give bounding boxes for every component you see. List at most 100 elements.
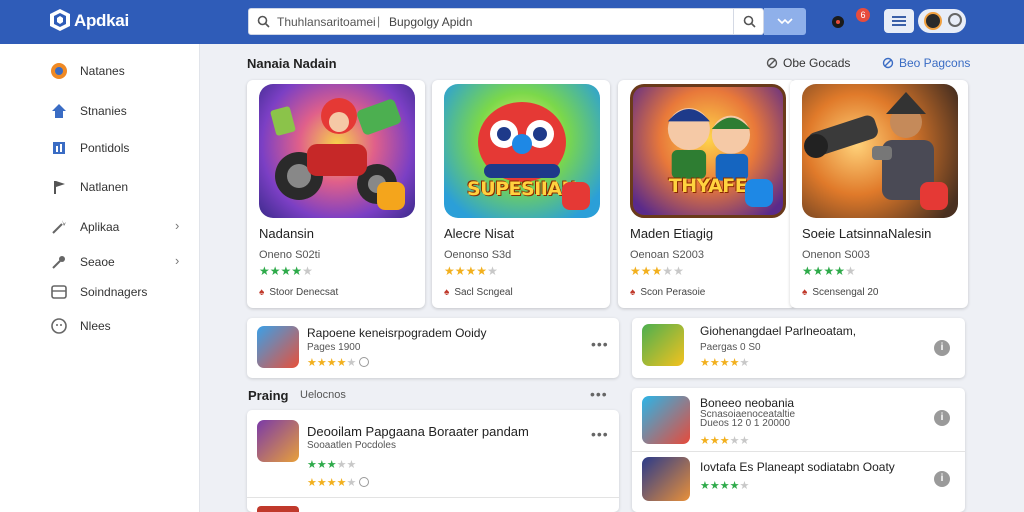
star-icon: ★ [729, 480, 740, 492]
list-item[interactable]: Giohenangdael Parlneoatam, Paergas 0 S0 … [642, 324, 942, 370]
star-icon: ★ [834, 264, 846, 278]
star-icon: ★ [307, 477, 317, 489]
star-icon: ★ [709, 435, 720, 447]
account-menu[interactable] [918, 9, 966, 33]
star-icon: ★ [336, 357, 347, 369]
list-item-subtitle: Pages 1900 [307, 342, 361, 353]
sidebar-item-soindnagers[interactable]: Soindnagers [0, 277, 200, 307]
list-item[interactable]: Rapoene keneisrpogradem Ooidy Pages 1900… [257, 326, 607, 370]
star-rating: ★★★★★ [700, 356, 749, 369]
card-title: Maden Etiagig [630, 226, 714, 241]
filter-button[interactable] [764, 8, 806, 35]
star-icon: ★ [700, 480, 710, 492]
app-thumbnail [642, 396, 690, 444]
star-icon: ★ [326, 357, 337, 369]
grid-icon [51, 285, 67, 299]
list-item[interactable]: Iovtafa Es Planeapt sodiatabn Ooaty ★★★★… [642, 457, 942, 505]
menu-icon [892, 16, 906, 26]
sidebar-item-natanes[interactable]: Natanes [0, 56, 200, 86]
featured-card[interactable]: Nadansin Oneno S02ti ★★★★★ ♠ Stoor Denecs… [247, 80, 425, 308]
wand-icon [52, 220, 66, 234]
sidebar: Natanes Stnanies Pontidols Natlanen Apli… [0, 44, 200, 512]
list-item-title: Giohenangdael Parlneoatam, [700, 324, 857, 338]
bell-icon [832, 16, 844, 28]
app-badge-icon [562, 182, 590, 210]
star-icon: ★ [719, 435, 730, 447]
app-thumbnail [642, 324, 684, 366]
star-icon: ★ [802, 264, 813, 278]
star-rating-secondary: ★★★★★ [307, 476, 370, 489]
star-icon: ★ [346, 459, 357, 471]
sidebar-item-stnanies[interactable]: Stnanies [0, 96, 200, 126]
featured-card[interactable]: SUPESIIAN Alecre Nisat Oenonso S3d ★★★★★… [432, 80, 610, 308]
leaf-icon: ♠ [259, 287, 265, 298]
star-icon: ★ [454, 264, 466, 278]
avatar [924, 12, 942, 30]
sidebar-item-label: Soindnagers [80, 285, 148, 299]
link-label: Beo Pagcons [899, 56, 971, 70]
more-options-button[interactable]: ••• [590, 386, 608, 402]
star-icon: ★ [662, 264, 674, 278]
app-brand[interactable]: Apdkai [74, 11, 129, 31]
app-logo-icon[interactable] [48, 8, 72, 32]
card-meta: ♠ Scon Perasoie [630, 287, 705, 298]
sidebar-item-pontidols[interactable]: Pontidols [0, 133, 200, 163]
game-art [802, 84, 958, 218]
sidebar-item-label: Natanes [80, 64, 125, 78]
list-item[interactable]: Boneeo neobania Scnasoiaenoceataltie Due… [642, 396, 942, 450]
chevron-right-icon[interactable]: › [175, 218, 179, 233]
notifications-button[interactable]: 6 [828, 8, 870, 32]
card-subtitle: Onenon S003 [802, 249, 870, 261]
chart-icon [53, 142, 65, 154]
apps-menu-button[interactable] [884, 9, 914, 33]
list-item-title: Iovtafa Es Planeapt sodiatabn Ooaty [700, 460, 895, 474]
star-rating: ★★★★★ [444, 264, 498, 278]
list-item-subtitle: Paergas 0 S0 [700, 342, 761, 353]
section-title: Praing [248, 388, 289, 403]
search-icon [743, 15, 756, 28]
home-icon [52, 104, 66, 118]
search-button[interactable] [733, 9, 763, 34]
info-icon[interactable]: i [934, 340, 950, 356]
card-meta-text: Scensengal 20 [812, 287, 879, 298]
star-icon: ★ [729, 435, 740, 447]
info-icon[interactable]: i [934, 410, 950, 426]
chevron-right-icon[interactable]: › [175, 253, 179, 268]
star-icon: ★ [739, 480, 750, 492]
game-art: THYAFE [630, 84, 786, 218]
face-icon [51, 318, 67, 334]
star-icon: ★ [259, 264, 270, 278]
link-see-more[interactable]: Obe Gocads [766, 56, 850, 70]
featured-card[interactable]: THYAFE Maden Etiagig Oenoan S2003 ★★★★★ … [618, 80, 796, 308]
star-icon: ★ [291, 264, 303, 278]
more-options-button[interactable]: ••• [591, 336, 609, 352]
star-icon: ★ [700, 357, 710, 369]
more-options-button[interactable]: ••• [591, 426, 609, 442]
star-icon: ★ [709, 357, 720, 369]
link-label: Obe Gocads [783, 56, 851, 70]
star-icon: ★ [444, 264, 455, 278]
link-browse-pages[interactable]: Beo Pagcons [882, 56, 970, 70]
search-bar[interactable]: Thuhlansaritoamei | Bupgolgy Apidn [248, 8, 764, 35]
notification-badge: 6 [856, 8, 870, 22]
sidebar-item-natlanen[interactable]: Natlanen [0, 172, 200, 202]
chevron-down-icon [777, 18, 793, 25]
card-title: Nadansin [259, 226, 314, 241]
star-icon: ★ [823, 264, 835, 278]
game-art: SUPESIIAN [444, 84, 600, 218]
sidebar-item-seaoe[interactable]: Seaoe › [0, 247, 200, 277]
search-input[interactable]: Bupgolgy Apidn [389, 15, 472, 29]
info-icon[interactable]: i [934, 471, 950, 487]
app-badge-icon [745, 179, 773, 207]
star-icon: ★ [346, 357, 357, 369]
circle-icon [359, 357, 370, 367]
settings-icon [948, 13, 962, 27]
list-item[interactable]: Deooilam Papgaana Boraater pandam Sooaat… [257, 420, 607, 500]
star-icon: ★ [316, 477, 327, 489]
sidebar-item-aplikaa[interactable]: Aplikaa › [0, 212, 200, 242]
game-logo-icon [51, 63, 67, 79]
sidebar-item-nlees[interactable]: Nlees [0, 311, 200, 341]
card-subtitle: Oneno S02ti [259, 249, 321, 261]
featured-card[interactable]: Soeie LatsinnaNalesin Onenon S003 ★★★★★ … [790, 80, 968, 308]
circle-icon [359, 477, 370, 487]
